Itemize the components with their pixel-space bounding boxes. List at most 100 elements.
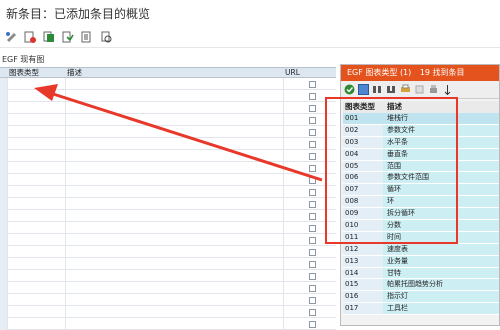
cell-description[interactable] xyxy=(66,234,284,246)
cell-chart-type[interactable] xyxy=(8,198,66,210)
cell-chart-type[interactable] xyxy=(8,210,66,222)
table-row[interactable] xyxy=(0,294,336,306)
table-row[interactable] xyxy=(0,138,336,150)
cell-description[interactable] xyxy=(66,306,284,318)
list-item[interactable]: 011 时间 xyxy=(343,231,499,244)
url-checkbox[interactable] xyxy=(309,117,316,124)
cell-chart-type[interactable] xyxy=(8,90,66,102)
url-checkbox[interactable] xyxy=(309,225,316,232)
list-item[interactable]: 001 堆栈行 xyxy=(343,113,499,125)
list-item[interactable]: 004 垂直条 xyxy=(343,148,499,161)
cell-chart-type[interactable] xyxy=(8,126,66,138)
cell-description[interactable] xyxy=(66,126,284,138)
cell-description[interactable] xyxy=(66,90,284,102)
cell-chart-type[interactable] xyxy=(8,306,66,318)
url-checkbox[interactable] xyxy=(309,189,316,196)
cell-chart-type[interactable] xyxy=(8,246,66,258)
row-selector[interactable] xyxy=(0,198,8,210)
list-item[interactable]: 015 帕累托图趋势分析 xyxy=(343,279,499,292)
row-selector[interactable] xyxy=(0,234,8,246)
row-selector[interactable] xyxy=(0,162,8,174)
row-selector[interactable] xyxy=(0,90,8,102)
cell-description[interactable] xyxy=(66,198,284,210)
url-checkbox[interactable] xyxy=(309,81,316,88)
cell-description[interactable] xyxy=(66,258,284,270)
search-next-icon[interactable] xyxy=(386,84,397,95)
table-row[interactable] xyxy=(0,174,336,186)
url-checkbox[interactable] xyxy=(309,165,316,172)
list-item[interactable]: 010 分数 xyxy=(343,220,499,232)
row-selector[interactable] xyxy=(0,138,8,150)
print-icon[interactable] xyxy=(400,84,411,95)
row-selector[interactable] xyxy=(0,318,8,330)
column-chart-type[interactable]: 图表类型 xyxy=(9,68,39,78)
cell-chart-type[interactable] xyxy=(8,138,66,150)
url-checkbox[interactable] xyxy=(309,249,316,256)
delete-icon[interactable] xyxy=(23,30,36,43)
table-row[interactable] xyxy=(0,222,336,234)
layout-icon[interactable] xyxy=(358,84,369,95)
row-selector[interactable] xyxy=(0,306,8,318)
export-icon[interactable] xyxy=(414,84,425,95)
cell-chart-type[interactable] xyxy=(8,102,66,114)
row-selector[interactable] xyxy=(0,246,8,258)
table-row[interactable] xyxy=(0,198,336,210)
cell-chart-type[interactable] xyxy=(8,186,66,198)
url-checkbox[interactable] xyxy=(309,129,316,136)
url-checkbox[interactable] xyxy=(309,213,316,220)
cell-chart-type[interactable] xyxy=(8,258,66,270)
table-row[interactable] xyxy=(0,246,336,258)
cell-description[interactable] xyxy=(66,222,284,234)
table-row[interactable] xyxy=(0,318,336,330)
column-description[interactable]: 描述 xyxy=(67,68,82,78)
row-selector[interactable] xyxy=(0,258,8,270)
row-selector[interactable] xyxy=(0,270,8,282)
cell-description[interactable] xyxy=(66,162,284,174)
url-checkbox[interactable] xyxy=(309,273,316,280)
cell-chart-type[interactable] xyxy=(8,162,66,174)
url-checkbox[interactable] xyxy=(309,105,316,112)
cell-chart-type[interactable] xyxy=(8,282,66,294)
url-checkbox[interactable] xyxy=(309,261,316,268)
display-change-icon[interactable] xyxy=(4,30,17,43)
url-checkbox[interactable] xyxy=(309,153,316,160)
cell-chart-type[interactable] xyxy=(8,78,66,90)
cell-description[interactable] xyxy=(66,78,284,90)
table-row[interactable] xyxy=(0,306,336,318)
cell-description[interactable] xyxy=(66,186,284,198)
table-row[interactable] xyxy=(0,114,336,126)
table-row[interactable] xyxy=(0,234,336,246)
list-item[interactable]: 006 参数文件范围 xyxy=(343,172,499,185)
cell-chart-type[interactable] xyxy=(8,150,66,162)
cell-chart-type[interactable] xyxy=(8,318,66,330)
cell-description[interactable] xyxy=(66,150,284,162)
table-row[interactable] xyxy=(0,162,336,174)
search-icon[interactable] xyxy=(372,84,383,95)
table-row[interactable] xyxy=(0,282,336,294)
url-checkbox[interactable] xyxy=(309,201,316,208)
cell-chart-type[interactable] xyxy=(8,270,66,282)
deselect-icon[interactable] xyxy=(80,30,93,43)
cell-chart-type[interactable] xyxy=(8,234,66,246)
cell-description[interactable] xyxy=(66,318,284,330)
list-item[interactable]: 012 速度表 xyxy=(343,243,499,256)
cell-description[interactable] xyxy=(66,114,284,126)
list-item[interactable]: 013 业务量 xyxy=(343,255,499,268)
list-item[interactable]: 008 环 xyxy=(343,196,499,209)
row-selector[interactable] xyxy=(0,114,8,126)
row-selector[interactable] xyxy=(0,102,8,114)
copy-icon[interactable] xyxy=(42,30,55,43)
table-row[interactable] xyxy=(0,270,336,282)
row-selector[interactable] xyxy=(0,126,8,138)
row-selector[interactable] xyxy=(0,150,8,162)
cell-description[interactable] xyxy=(66,138,284,150)
list-item[interactable]: 007 循环 xyxy=(343,184,499,197)
list-item[interactable]: 016 指示灯 xyxy=(343,291,499,304)
settings-icon[interactable] xyxy=(428,84,439,95)
row-selector[interactable] xyxy=(0,222,8,234)
cell-chart-type[interactable] xyxy=(8,114,66,126)
table-row[interactable] xyxy=(0,78,336,90)
cell-description[interactable] xyxy=(66,294,284,306)
row-selector[interactable] xyxy=(0,282,8,294)
row-selector[interactable] xyxy=(0,174,8,186)
